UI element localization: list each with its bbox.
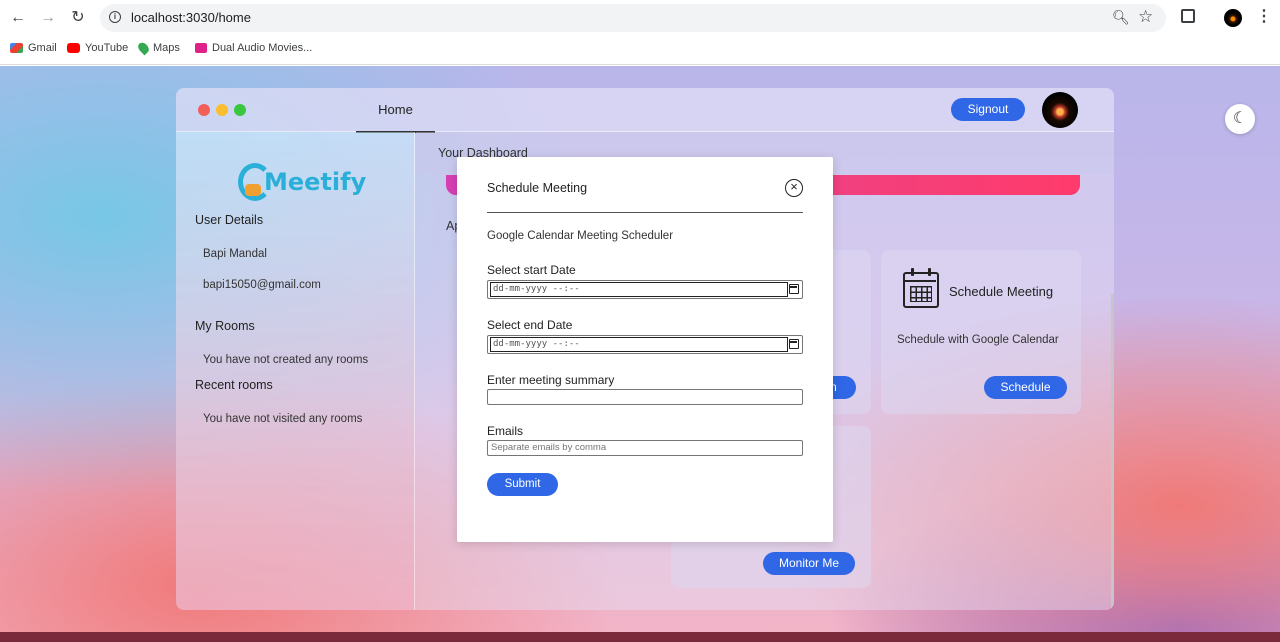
start-date-input[interactable]: dd-mm-yyyy --:-- <box>487 280 803 299</box>
signout-button[interactable]: Signout <box>951 98 1025 121</box>
logo-icon <box>238 163 272 201</box>
gmail-icon <box>10 43 23 53</box>
bookmark-label: Dual Audio Movies... <box>212 42 313 54</box>
recent-rooms-heading: Recent rooms <box>195 378 273 392</box>
modal-title: Schedule Meeting <box>487 181 588 195</box>
bookmark-maps[interactable]: Maps <box>136 40 180 56</box>
minimize-dot <box>216 104 228 116</box>
modal-divider <box>487 212 803 213</box>
emails-label: Emails <box>487 424 524 438</box>
monitor-me-button[interactable]: Monitor Me <box>763 552 855 575</box>
submit-button[interactable]: Submit <box>487 473 558 496</box>
end-date-input[interactable]: dd-mm-yyyy --:-- <box>487 335 803 354</box>
avatar[interactable] <box>1042 92 1078 128</box>
user-email: bapi15050@gmail.com <box>203 279 321 291</box>
profile-avatar[interactable] <box>1224 9 1242 27</box>
my-rooms-empty: You have not created any rooms <box>203 354 369 366</box>
bookmark-gmail[interactable]: Gmail <box>10 42 57 54</box>
user-name: Bapi Mandal <box>203 248 267 260</box>
app-topbar: Home Signout <box>176 88 1114 133</box>
zoom-icon[interactable]: 🔍︎ <box>1112 9 1130 26</box>
bookmark-label: Gmail <box>28 42 57 54</box>
calendar-picker-icon[interactable] <box>789 339 799 349</box>
calendar-picker-icon[interactable] <box>789 284 799 294</box>
url-text[interactable]: localhost:3030/home <box>131 10 251 25</box>
forward-icon[interactable]: → <box>38 8 58 28</box>
maps-icon <box>136 40 151 56</box>
modal-subtitle: Google Calendar Meeting Scheduler <box>487 230 674 242</box>
address-bar[interactable]: i localhost:3030/home 🔍︎ ☆ <box>100 4 1166 32</box>
schedule-card-description: Schedule with Google Calendar <box>897 334 1059 346</box>
meetify-logo: Meetify <box>238 160 366 204</box>
start-date-label: Select start Date <box>487 263 576 277</box>
emails-input[interactable]: Separate emails by comma <box>487 440 803 456</box>
summary-input[interactable] <box>487 389 803 405</box>
sidebar: Meetify User Details Bapi Mandal bapi150… <box>176 132 415 610</box>
bookmark-youtube[interactable]: YouTube <box>67 42 128 54</box>
bookmarks-bar: Gmail YouTube Maps Dual Audio Movies... <box>0 36 1280 65</box>
scrollbar[interactable] <box>1111 294 1114 608</box>
bookmark-label: YouTube <box>85 42 129 54</box>
browser-toolbar: ← → ↻ i localhost:3030/home 🔍︎ ☆ ⋮ <box>0 0 1280 36</box>
bookmark-label: Maps <box>153 42 180 54</box>
recent-rooms-empty: You have not visited any rooms <box>203 413 363 425</box>
back-icon[interactable]: ← <box>8 8 28 28</box>
page-bottom-strip <box>0 632 1280 642</box>
extensions-icon[interactable] <box>1181 9 1195 23</box>
menu-icon[interactable]: ⋮ <box>1256 6 1272 26</box>
start-date-placeholder[interactable]: dd-mm-yyyy --:-- <box>490 282 788 297</box>
reload-icon[interactable]: ↻ <box>68 8 88 28</box>
site-info-icon[interactable]: i <box>109 11 121 23</box>
user-details-heading: User Details <box>195 213 264 227</box>
schedule-meeting-modal: Schedule Meeting × Google Calendar Meeti… <box>457 157 833 542</box>
my-rooms-heading: My Rooms <box>195 319 255 333</box>
youtube-icon <box>67 43 80 53</box>
end-date-placeholder[interactable]: dd-mm-yyyy --:-- <box>490 337 788 352</box>
calendar-icon <box>903 268 939 308</box>
schedule-card-title: Schedule Meeting <box>949 284 1054 299</box>
end-date-label: Select end Date <box>487 318 573 332</box>
schedule-meeting-card: Schedule Meeting Schedule with Google Ca… <box>881 250 1081 414</box>
close-icon[interactable]: × <box>785 179 803 197</box>
bookmark-dual-audio-movies[interactable]: Dual Audio Movies... <box>195 42 312 54</box>
bookmark-star-icon[interactable]: ☆ <box>1138 7 1153 27</box>
close-dot <box>198 104 210 116</box>
schedule-button[interactable]: Schedule <box>984 376 1067 399</box>
summary-label: Enter meeting summary <box>487 373 615 387</box>
moon-icon[interactable]: ☾ <box>1225 104 1255 134</box>
movies-icon <box>195 43 207 53</box>
nav-home-tab[interactable]: Home <box>356 88 435 133</box>
maximize-dot <box>234 104 246 116</box>
logo-text: Meetify <box>264 168 367 196</box>
